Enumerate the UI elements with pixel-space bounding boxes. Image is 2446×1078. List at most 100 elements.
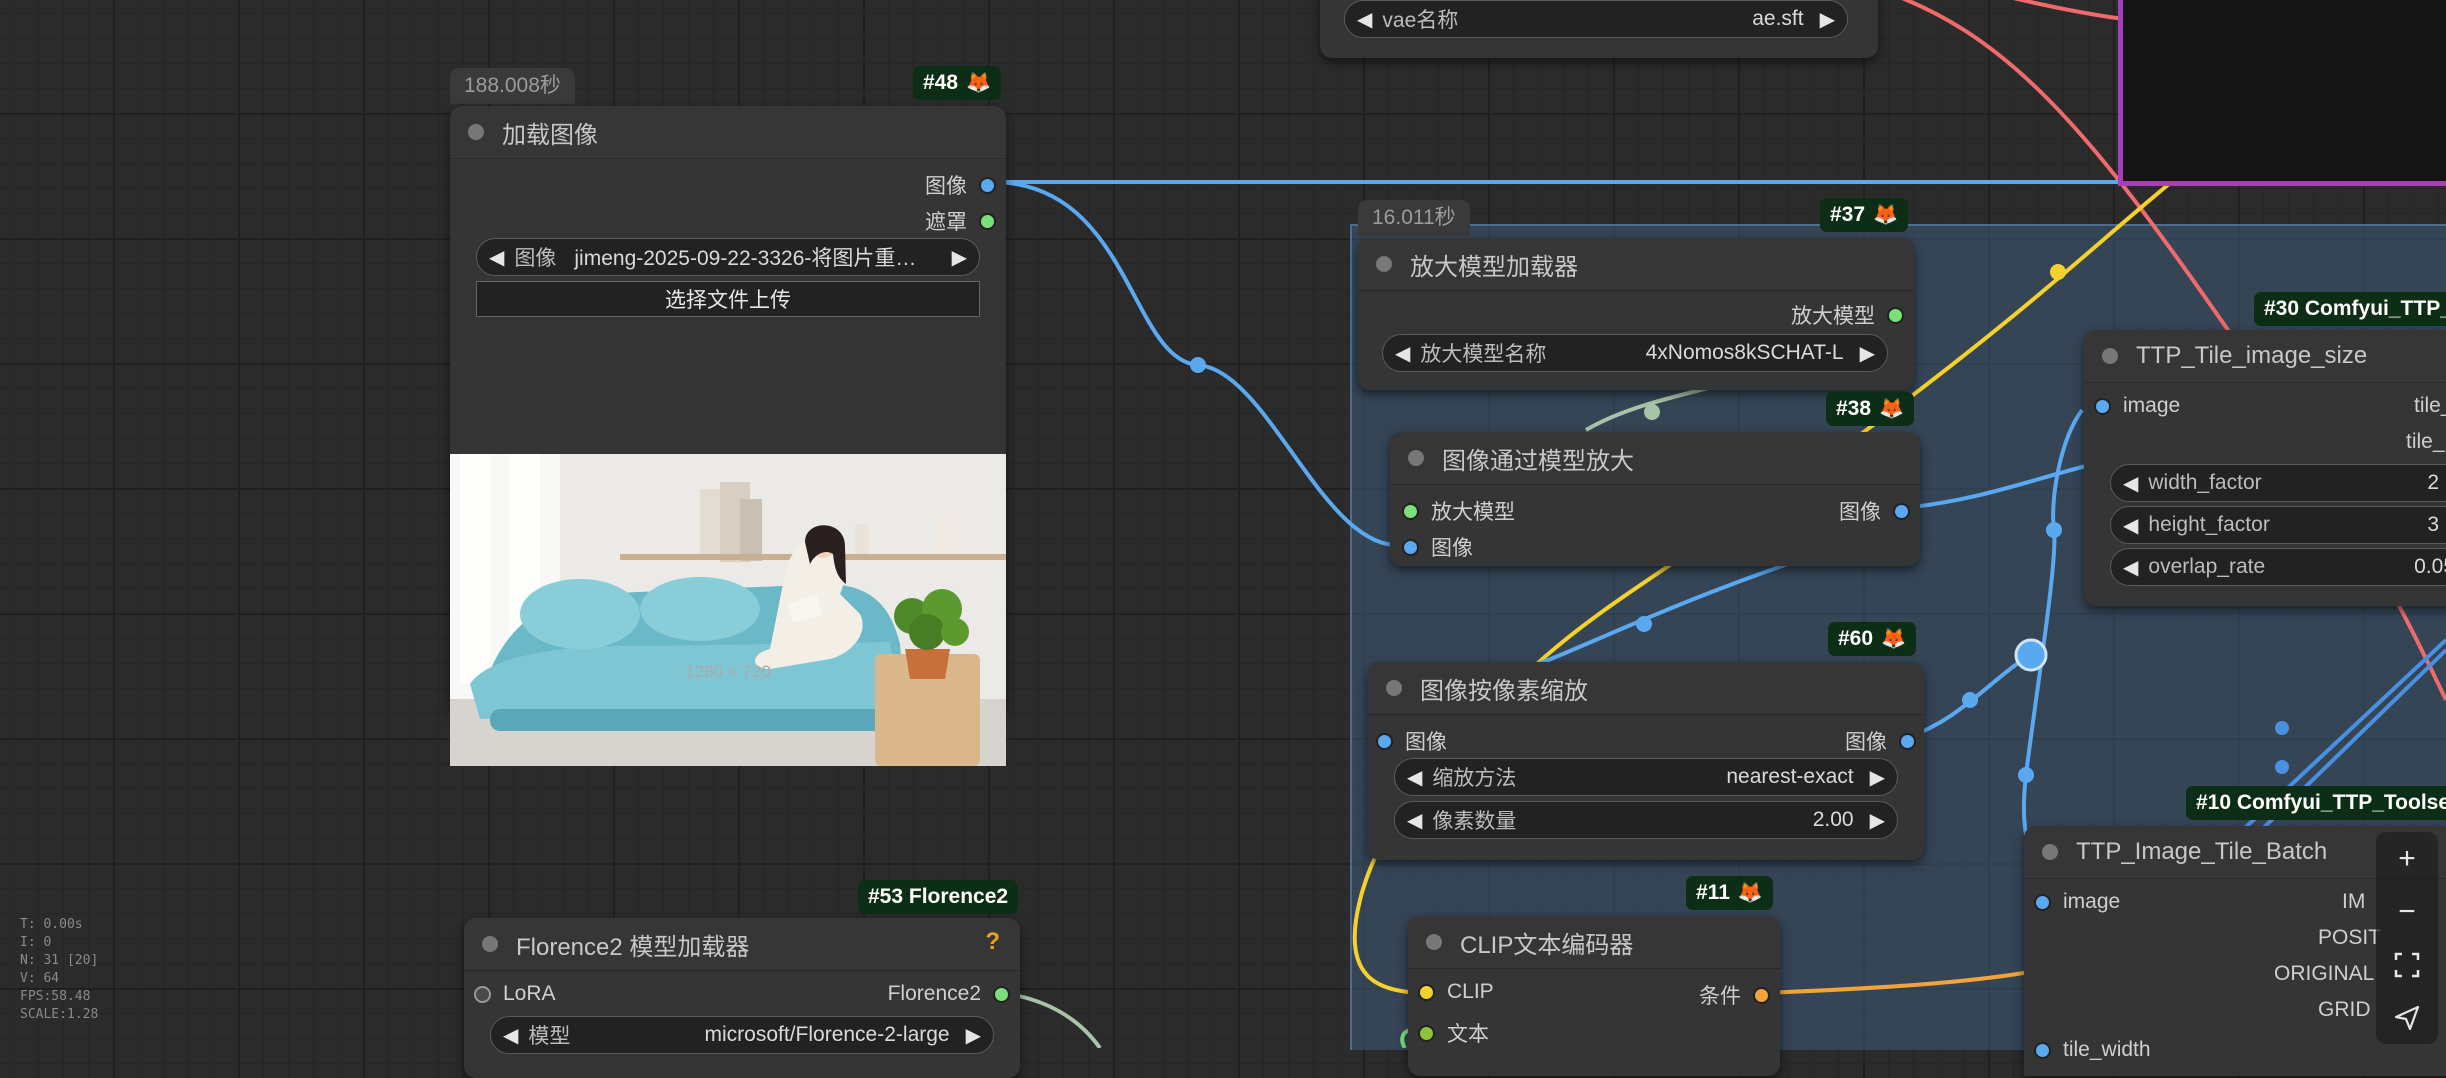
- clip-text-encode-node[interactable]: CLIP文本编码器 CLIP 文本 条件: [1408, 916, 1780, 1076]
- florence2-loader-node[interactable]: Florence2 模型加载器 ? LoRA Florence2 ◀ 模型 mi…: [464, 918, 1020, 1078]
- output-label: IM: [2342, 890, 2366, 913]
- output-conditioning[interactable]: 条件: [1699, 980, 1770, 1010]
- input-image[interactable]: 图像: [1376, 726, 1447, 756]
- model-name-widget[interactable]: ◀ 放大模型名称 4xNomos8kSCHAT-L ▶: [1382, 334, 1888, 372]
- input-slot-icon[interactable]: [474, 985, 491, 1003]
- collapse-dot-icon[interactable]: [468, 124, 484, 140]
- vae-name-widget[interactable]: ◀ vae名称 ae.sft ▶: [1344, 0, 1848, 38]
- input-slot-icon[interactable]: [1402, 502, 1419, 520]
- output-florence2[interactable]: Florence2: [888, 982, 1010, 1006]
- arrow-right-icon[interactable]: ▶: [1870, 765, 1885, 790]
- output-slot-icon[interactable]: [1893, 502, 1910, 520]
- output-mask[interactable]: 遮罩: [925, 206, 996, 236]
- output-tile-2[interactable]: tile_: [2406, 430, 2445, 454]
- output-slot-icon[interactable]: [1753, 986, 1770, 1004]
- height-factor-widget[interactable]: ◀ height_factor 3: [2110, 506, 2446, 544]
- upscale-with-model-node[interactable]: 图像通过模型放大 放大模型 图像 图像: [1390, 432, 1920, 566]
- input-text[interactable]: 文本: [1418, 1018, 1489, 1048]
- input-image[interactable]: 图像: [1402, 532, 1473, 562]
- image-file-widget[interactable]: ◀ 图像 jimeng-2025-09-22-3326-将图片重… ▶: [476, 238, 980, 276]
- send-arrow-icon[interactable]: [2385, 996, 2429, 1040]
- node-title-bar[interactable]: CLIP文本编码器: [1408, 916, 1780, 969]
- zoom-in-icon[interactable]: +: [2385, 837, 2429, 881]
- input-lora[interactable]: LoRA: [474, 982, 556, 1006]
- arrow-left-icon[interactable]: ◀: [2123, 471, 2138, 496]
- arrow-right-icon[interactable]: ▶: [1860, 341, 1875, 366]
- florence-model-widget[interactable]: ◀ 模型 microsoft/Florence-2-large ▶: [490, 1016, 994, 1054]
- arrow-right-icon[interactable]: ▶: [966, 1023, 981, 1048]
- output-original[interactable]: ORIGINAL: [2274, 962, 2374, 986]
- wire-midpoint: [1190, 357, 1206, 373]
- output-slot-icon[interactable]: [1887, 306, 1904, 324]
- scale-by-pixels-node[interactable]: 图像按像素缩放 图像 图像 ◀ 缩放方法 nearest-exact ▶ ◀ 像…: [1368, 662, 1924, 860]
- node-title-bar[interactable]: 加载图像: [450, 106, 1006, 159]
- input-image[interactable]: image: [2034, 890, 2120, 914]
- output-slot-icon[interactable]: [1899, 732, 1916, 750]
- collapse-dot-icon[interactable]: [1386, 680, 1402, 696]
- arrow-left-icon[interactable]: ◀: [1395, 341, 1410, 366]
- load-image-node[interactable]: 加载图像 图像 遮罩 ◀ 图像 jimeng-2025-09-22-3326-将…: [450, 106, 1006, 766]
- output-image[interactable]: 图像: [925, 170, 996, 200]
- badge-label: #60: [1838, 627, 1874, 650]
- arrow-left-icon[interactable]: ◀: [1407, 765, 1422, 790]
- arrow-left-icon[interactable]: ◀: [503, 1023, 518, 1048]
- arrow-right-icon[interactable]: ▶: [1870, 808, 1885, 833]
- output-slot-icon[interactable]: [979, 176, 996, 194]
- output-upscale-model[interactable]: 放大模型: [1791, 300, 1904, 330]
- node-title-bar[interactable]: Florence2 模型加载器: [464, 918, 1020, 971]
- overlap-rate-widget[interactable]: ◀ overlap_rate 0.05: [2110, 548, 2446, 586]
- output-slot-icon[interactable]: [993, 985, 1010, 1003]
- collapse-dot-icon[interactable]: [1376, 256, 1392, 272]
- output-image[interactable]: IM: [2342, 890, 2365, 914]
- input-slot-icon[interactable]: [2034, 893, 2051, 911]
- help-icon[interactable]: ?: [985, 928, 1000, 956]
- upscale-model-loader-node[interactable]: 放大模型加载器 放大模型 ◀ 放大模型名称 4xNomos8kSCHAT-L ▶: [1358, 238, 1914, 390]
- output-positions[interactable]: POSIT: [2318, 926, 2381, 950]
- node-title-bar[interactable]: 放大模型加载器: [1358, 238, 1914, 291]
- collapse-dot-icon[interactable]: [482, 936, 498, 952]
- arrow-right-icon[interactable]: ▶: [952, 245, 967, 270]
- tile-image-size-node[interactable]: TTP_Tile_image_size image tile_ tile_ ◀ …: [2084, 330, 2446, 606]
- output-label: 图像: [1839, 501, 1881, 524]
- input-slot-icon[interactable]: [1418, 1024, 1435, 1042]
- collapse-dot-icon[interactable]: [2042, 844, 2058, 860]
- input-slot-icon[interactable]: [1376, 732, 1393, 750]
- input-slot-icon[interactable]: [2034, 1041, 2051, 1059]
- input-tile-width[interactable]: tile_width: [2034, 1038, 2151, 1062]
- arrow-left-icon[interactable]: ◀: [1407, 808, 1422, 833]
- arrow-left-icon[interactable]: ◀: [2123, 555, 2138, 580]
- arrow-left-icon[interactable]: ◀: [489, 245, 504, 270]
- upscale-method-widget[interactable]: ◀ 缩放方法 nearest-exact ▶: [1394, 758, 1898, 796]
- output-label: 放大模型: [1791, 305, 1875, 328]
- node-title: 图像按像素缩放: [1420, 677, 1588, 705]
- collapse-dot-icon[interactable]: [2102, 348, 2118, 364]
- input-upscale-model[interactable]: 放大模型: [1402, 496, 1515, 526]
- output-tile-1[interactable]: tile_: [2414, 394, 2446, 418]
- arrow-left-icon[interactable]: ◀: [1357, 7, 1372, 32]
- collapse-dot-icon[interactable]: [1408, 450, 1424, 466]
- width-factor-widget[interactable]: ◀ width_factor 2: [2110, 464, 2446, 502]
- zoom-out-icon[interactable]: −: [2385, 890, 2429, 934]
- input-slot-icon[interactable]: [1418, 983, 1435, 1001]
- upload-button[interactable]: 选择文件上传: [476, 281, 980, 317]
- output-image[interactable]: 图像: [1845, 726, 1916, 756]
- arrow-left-icon[interactable]: ◀: [2123, 513, 2138, 538]
- output-grid[interactable]: GRID: [2318, 998, 2371, 1022]
- node-title-bar[interactable]: 图像通过模型放大: [1390, 432, 1920, 485]
- fit-view-icon[interactable]: [2385, 943, 2429, 987]
- arrow-right-icon[interactable]: ▶: [1820, 7, 1835, 32]
- badge-label: #38: [1836, 397, 1872, 420]
- vae-loader-node[interactable]: ◀ vae名称 ae.sft ▶: [1320, 0, 1878, 58]
- collapse-dot-icon[interactable]: [1426, 934, 1442, 950]
- output-slot-icon[interactable]: [979, 212, 996, 230]
- input-image[interactable]: image: [2094, 394, 2180, 418]
- node-title-bar[interactable]: 图像按像素缩放: [1368, 662, 1924, 715]
- input-slot-icon[interactable]: [1402, 538, 1419, 556]
- input-slot-icon[interactable]: [2094, 397, 2111, 415]
- preview-frame[interactable]: [2118, 0, 2446, 186]
- badge-label: #53 Florence2: [868, 885, 1009, 908]
- output-image[interactable]: 图像: [1839, 496, 1910, 526]
- node-title-bar[interactable]: TTP_Tile_image_size: [2084, 330, 2446, 383]
- input-clip[interactable]: CLIP: [1418, 980, 1494, 1004]
- megapixels-widget[interactable]: ◀ 像素数量 2.00 ▶: [1394, 801, 1898, 839]
